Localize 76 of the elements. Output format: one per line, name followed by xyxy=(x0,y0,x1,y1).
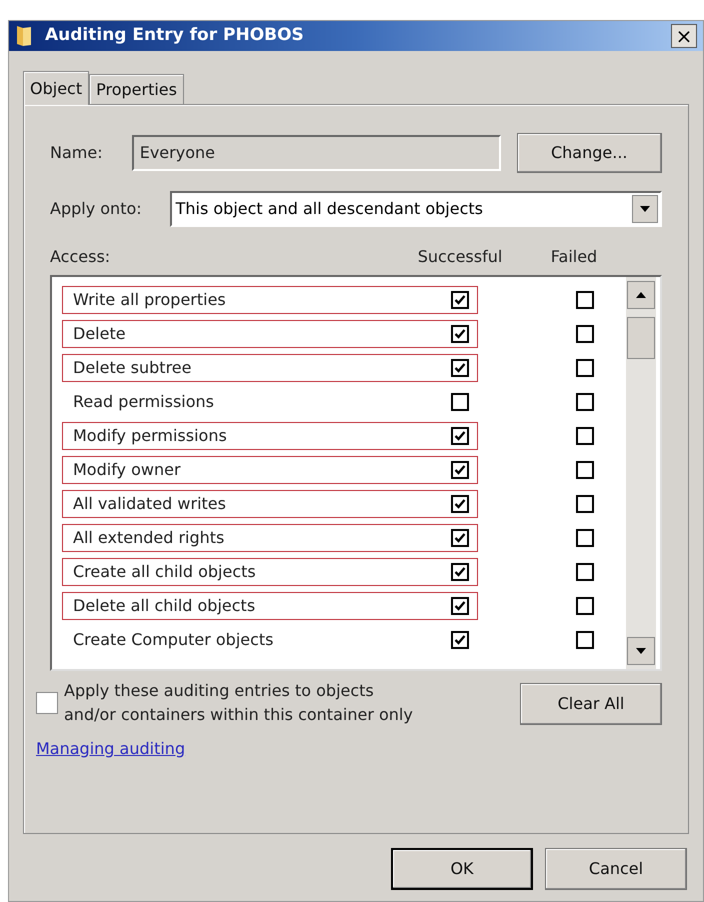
permission-name: Delete xyxy=(73,323,126,345)
checkbox[interactable] xyxy=(576,597,594,615)
permission-row[interactable]: Create all child objects xyxy=(62,558,478,586)
permission-row[interactable]: Delete all child objects xyxy=(62,592,478,620)
apply-within-label: Apply these auditing entries to objects and/or containers within this container only xyxy=(64,680,414,726)
clear-all-button[interactable]: Clear All xyxy=(520,683,662,725)
permission-name: Create all child objects xyxy=(73,561,256,583)
checkbox[interactable] xyxy=(576,291,594,309)
permission-name: Delete subtree xyxy=(73,357,192,379)
tab[interactable]: Properties xyxy=(89,74,184,104)
permission-name: All validated writes xyxy=(73,493,226,515)
checkbox[interactable] xyxy=(576,359,594,377)
checkbox[interactable] xyxy=(451,325,469,343)
checkmark-icon xyxy=(454,430,466,442)
permission-name: All extended rights xyxy=(73,527,224,549)
checkbox[interactable] xyxy=(576,631,594,649)
permission-row[interactable]: Create Computer objects xyxy=(62,626,478,654)
checkbox[interactable] xyxy=(576,427,594,445)
column-header: Successful xyxy=(416,246,504,268)
checkbox[interactable] xyxy=(451,393,469,411)
permission-name: Delete all child objects xyxy=(73,595,256,617)
permission-row[interactable]: Write all properties xyxy=(62,286,478,314)
apply-onto-dropdown[interactable]: This object and all descendant objects xyxy=(170,191,662,227)
permission-name: Create Computer objects xyxy=(73,629,274,651)
checkbox[interactable] xyxy=(451,597,469,615)
scroll-thumb[interactable] xyxy=(627,317,655,359)
permission-name: Read permissions xyxy=(73,391,214,413)
checkbox[interactable] xyxy=(451,359,469,377)
change-button[interactable]: Change... xyxy=(516,133,662,173)
name-field[interactable]: Everyone xyxy=(132,135,500,171)
checkbox[interactable] xyxy=(451,495,469,513)
permission-row[interactable]: Delete subtree xyxy=(62,354,478,382)
checkbox[interactable] xyxy=(451,427,469,445)
permission-row[interactable]: Modify owner xyxy=(62,456,478,484)
checkbox[interactable] xyxy=(451,291,469,309)
scroll-down-icon[interactable] xyxy=(627,637,655,665)
permission-row[interactable]: All extended rights xyxy=(62,524,478,552)
dialog-button[interactable]: Cancel xyxy=(545,848,687,890)
permission-row[interactable]: Modify permissions xyxy=(62,422,478,450)
checkmark-icon xyxy=(454,498,466,510)
checkbox[interactable] xyxy=(451,529,469,547)
tab[interactable]: Object xyxy=(23,71,90,105)
permission-row[interactable]: All validated writes xyxy=(62,490,478,518)
checkbox[interactable] xyxy=(576,563,594,581)
permission-row[interactable]: Delete xyxy=(62,320,478,348)
dialog-button[interactable]: OK xyxy=(391,848,533,890)
name-label: Name: xyxy=(50,142,104,164)
window-title: Auditing Entry for PHOBOS xyxy=(45,24,305,48)
scrollbar[interactable] xyxy=(626,277,656,669)
checkbox[interactable] xyxy=(576,325,594,343)
managing-auditing-link[interactable]: Managing auditing xyxy=(36,737,186,761)
checkbox[interactable] xyxy=(451,461,469,479)
checkbox[interactable] xyxy=(451,631,469,649)
access-label: Access: xyxy=(50,246,112,268)
checkbox[interactable] xyxy=(451,563,469,581)
apply-onto-label: Apply onto: xyxy=(50,198,143,220)
checkbox[interactable] xyxy=(576,393,594,411)
permission-row[interactable]: Read permissions xyxy=(62,388,478,416)
permission-name: Modify owner xyxy=(73,459,181,481)
checkmark-icon xyxy=(454,600,466,612)
permission-name: Write all properties xyxy=(73,289,226,311)
column-header: Failed xyxy=(550,246,598,268)
checkmark-icon xyxy=(454,566,466,578)
checkbox[interactable] xyxy=(576,461,594,479)
checkmark-icon xyxy=(454,362,466,374)
checkbox[interactable] xyxy=(576,495,594,513)
scroll-up-icon[interactable] xyxy=(627,281,655,309)
checkmark-icon xyxy=(454,464,466,476)
apply-within-checkbox[interactable] xyxy=(36,692,58,714)
checkbox[interactable] xyxy=(576,529,594,547)
checkmark-icon xyxy=(454,328,466,340)
checkmark-icon xyxy=(454,294,466,306)
checkmark-icon xyxy=(454,634,466,646)
close-button[interactable]: × xyxy=(671,24,697,48)
checkmark-icon xyxy=(454,532,466,544)
permission-name: Modify permissions xyxy=(73,425,227,447)
